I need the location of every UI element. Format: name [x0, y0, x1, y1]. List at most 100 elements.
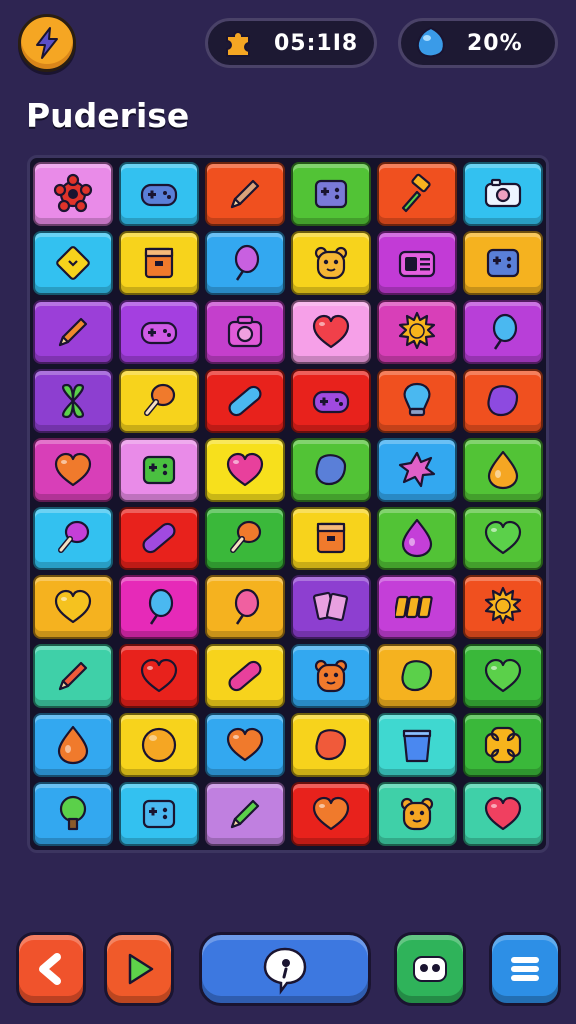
- board-tile[interactable]: [291, 437, 371, 502]
- board-tile[interactable]: [291, 506, 371, 571]
- board-tile[interactable]: [463, 782, 543, 846]
- board-tile[interactable]: [205, 713, 285, 778]
- board-tile[interactable]: [119, 230, 199, 295]
- hint-button[interactable]: [199, 932, 371, 1006]
- board-tile[interactable]: [377, 713, 457, 778]
- board-tile[interactable]: [463, 506, 543, 571]
- controller-box-icon: [314, 179, 348, 209]
- bulb-icon: [403, 382, 431, 416]
- timer-display: 05:1I8: [205, 18, 377, 68]
- gamepad-icon: [312, 390, 350, 413]
- board-tile[interactable]: [291, 575, 371, 640]
- board-tile[interactable]: [119, 299, 199, 364]
- board-tile[interactable]: [377, 368, 457, 433]
- blob-icon: [315, 453, 347, 485]
- camera-icon: [227, 315, 263, 347]
- lightning-bolt-icon: [36, 27, 58, 59]
- board-tile[interactable]: [291, 230, 371, 295]
- board-tile[interactable]: [205, 437, 285, 502]
- board-tile[interactable]: [119, 575, 199, 640]
- board-tile[interactable]: [291, 162, 371, 226]
- board-tile[interactable]: [377, 437, 457, 502]
- board-tile[interactable]: [205, 782, 285, 846]
- blob-icon: [487, 384, 519, 416]
- board-tile[interactable]: [291, 782, 371, 846]
- board-tile[interactable]: [463, 162, 543, 226]
- board-tile[interactable]: [291, 644, 371, 709]
- camera-controller-icon: [484, 178, 522, 208]
- board-tile[interactable]: [463, 644, 543, 709]
- tree-icon: [59, 795, 87, 831]
- board-tile[interactable]: [377, 782, 457, 846]
- board-tile[interactable]: [119, 368, 199, 433]
- board-tile[interactable]: [119, 713, 199, 778]
- board-tile[interactable]: [33, 575, 113, 640]
- pill-icon: [228, 385, 262, 416]
- board-tile[interactable]: [377, 575, 457, 640]
- controller-box-icon: [142, 455, 176, 484]
- board-tile[interactable]: [33, 368, 113, 433]
- blue-gem-icon: [411, 23, 451, 63]
- board-tile[interactable]: [33, 299, 113, 364]
- board-tile[interactable]: [205, 162, 285, 226]
- board-tile[interactable]: [119, 644, 199, 709]
- board-tile[interactable]: [463, 713, 543, 778]
- play-button[interactable]: [104, 932, 174, 1006]
- board-tile[interactable]: [377, 230, 457, 295]
- play-triangle-icon: [128, 953, 154, 985]
- board-tile[interactable]: [205, 644, 285, 709]
- heart-icon: [312, 796, 350, 831]
- heart-icon: [484, 796, 522, 831]
- radio-icon: [398, 250, 436, 277]
- board-tile[interactable]: [463, 230, 543, 295]
- board-tile[interactable]: [463, 368, 543, 433]
- board-tile[interactable]: [291, 368, 371, 433]
- bolt-button[interactable]: [18, 14, 76, 72]
- pencil-icon: [58, 317, 88, 346]
- board-tile[interactable]: [205, 575, 285, 640]
- board-tile[interactable]: [463, 575, 543, 640]
- menu-button[interactable]: [489, 932, 561, 1006]
- board-tile[interactable]: [119, 782, 199, 846]
- board-tile[interactable]: [33, 782, 113, 846]
- board-tile[interactable]: [119, 162, 199, 226]
- diamond-sign-icon: [56, 246, 90, 280]
- board-tile[interactable]: [33, 644, 113, 709]
- board-tile[interactable]: [291, 713, 371, 778]
- board-tile[interactable]: [33, 437, 113, 502]
- board-tile[interactable]: [119, 437, 199, 502]
- pill-icon: [228, 661, 262, 692]
- board-tile[interactable]: [463, 299, 543, 364]
- board-tile[interactable]: [33, 230, 113, 295]
- board-tile[interactable]: [377, 506, 457, 571]
- back-button[interactable]: [16, 932, 86, 1006]
- board-tile[interactable]: [377, 644, 457, 709]
- board-tile[interactable]: [119, 506, 199, 571]
- board-tile[interactable]: [377, 299, 457, 364]
- puzzle-piece-icon: [218, 23, 258, 63]
- heart-icon: [312, 314, 350, 348]
- gem-counter: 20%: [398, 18, 558, 68]
- drop-icon: [487, 450, 519, 489]
- board-tile[interactable]: [291, 299, 371, 364]
- bear-face-icon: [314, 660, 348, 693]
- board-tile[interactable]: [205, 506, 285, 571]
- heart-icon: [54, 590, 92, 624]
- face-button[interactable]: [394, 932, 466, 1006]
- board-tile[interactable]: [377, 162, 457, 226]
- pill-icon: [142, 523, 176, 554]
- board-tile[interactable]: [33, 162, 113, 226]
- board-tile[interactable]: [205, 230, 285, 295]
- heart-icon: [140, 659, 178, 693]
- board-tile[interactable]: [33, 713, 113, 778]
- board-tile[interactable]: [205, 299, 285, 364]
- bear-face-icon: [314, 246, 348, 279]
- drop-icon: [57, 726, 89, 765]
- speech-bubble-icon: [263, 947, 307, 995]
- board-tile[interactable]: [463, 437, 543, 502]
- board-tile[interactable]: [205, 368, 285, 433]
- gamepad-icon: [140, 321, 178, 344]
- balloon-icon: [234, 589, 260, 626]
- board-tile[interactable]: [33, 506, 113, 571]
- hammer-icon: [401, 173, 431, 213]
